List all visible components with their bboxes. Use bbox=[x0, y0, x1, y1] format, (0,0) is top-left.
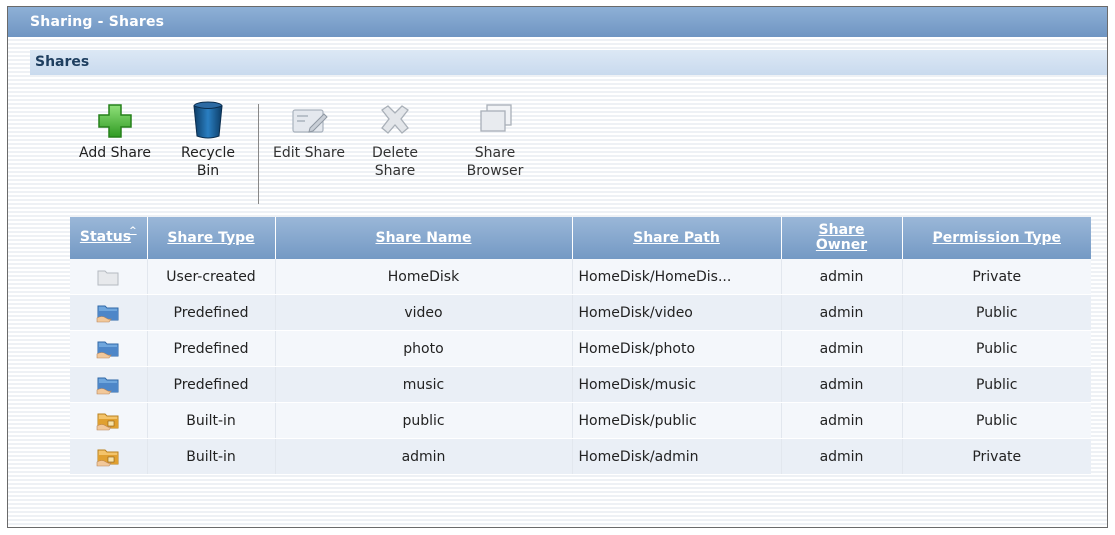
share-path-cell: HomeDisk/HomeDis... bbox=[571, 259, 781, 295]
share-name-cell: HomeDisk bbox=[274, 259, 572, 295]
permission-type-cell: Public bbox=[901, 366, 1091, 403]
status-cell bbox=[70, 402, 147, 439]
share-type-cell: Predefined bbox=[146, 294, 275, 331]
permission-type-cell: Private bbox=[901, 438, 1091, 475]
share-owner-cell: admin bbox=[780, 330, 902, 367]
main-frame: Sharing - Shares Shares Add Share Recycl… bbox=[7, 6, 1108, 528]
share-browser-label-1: Share bbox=[474, 145, 516, 161]
permission-type-cell: Public bbox=[901, 330, 1091, 367]
share-browser-label-2: Browser bbox=[466, 163, 524, 179]
orange-locked-folder-icon bbox=[96, 411, 120, 431]
sort-up-icon: ^ bbox=[129, 225, 137, 236]
share-owner-cell: admin bbox=[780, 294, 902, 331]
window-title: Sharing - Shares bbox=[8, 7, 1107, 37]
add-share-label: Add Share bbox=[79, 145, 151, 161]
share-type-cell: Predefined bbox=[146, 330, 275, 367]
table-row[interactable]: Predefined video HomeDisk/video admin Public bbox=[70, 294, 1091, 331]
share-browser-button[interactable]: Share Browser bbox=[460, 100, 530, 180]
shares-table: Status^ Share Type Share Name Share Path… bbox=[70, 217, 1091, 475]
browser-icon bbox=[474, 100, 516, 140]
delete-icon bbox=[374, 100, 416, 140]
share-name-cell: photo bbox=[274, 330, 572, 367]
share-type-cell: User-created bbox=[146, 259, 275, 295]
share-type-cell: Predefined bbox=[146, 366, 275, 403]
permission-type-cell: Public bbox=[901, 402, 1091, 439]
grey-folder-icon bbox=[96, 267, 120, 287]
add-icon bbox=[94, 100, 136, 140]
column-header-share-name[interactable]: Share Name bbox=[274, 217, 572, 259]
edit-share-button[interactable]: Edit Share bbox=[266, 100, 352, 162]
share-path-cell: HomeDisk/admin bbox=[571, 438, 781, 475]
toolbar: Add Share Recycle Bin Edit Share Delete … bbox=[68, 100, 548, 210]
edit-icon bbox=[288, 100, 330, 140]
column-header-share-owner[interactable]: Share Owner bbox=[780, 217, 902, 259]
status-cell bbox=[70, 366, 147, 403]
status-cell bbox=[70, 294, 147, 331]
column-header-share-path[interactable]: Share Path bbox=[571, 217, 781, 259]
table-row[interactable]: Predefined music HomeDisk/music admin Public bbox=[70, 366, 1091, 403]
share-owner-cell: admin bbox=[780, 438, 902, 475]
share-name-cell: music bbox=[274, 366, 572, 403]
orange-locked-folder-icon bbox=[96, 447, 120, 467]
add-share-button[interactable]: Add Share bbox=[73, 100, 157, 162]
table-row[interactable]: Built-in admin HomeDisk/admin admin Private bbox=[70, 438, 1091, 475]
status-cell bbox=[70, 259, 147, 295]
recycle-bin-button[interactable]: Recycle Bin bbox=[173, 100, 243, 180]
share-path-cell: HomeDisk/photo bbox=[571, 330, 781, 367]
toolbar-divider bbox=[258, 104, 259, 204]
share-path-cell: HomeDisk/video bbox=[571, 294, 781, 331]
status-cell bbox=[70, 438, 147, 475]
permission-type-cell: Public bbox=[901, 294, 1091, 331]
share-path-cell: HomeDisk/public bbox=[571, 402, 781, 439]
share-owner-cell: admin bbox=[780, 366, 902, 403]
column-header-share-type[interactable]: Share Type bbox=[146, 217, 275, 259]
table-row[interactable]: Built-in public HomeDisk/public admin Public bbox=[70, 402, 1091, 439]
share-path-cell: HomeDisk/music bbox=[571, 366, 781, 403]
share-type-cell: Built-in bbox=[146, 438, 275, 475]
blue-shared-folder-icon bbox=[96, 303, 120, 323]
column-header-status[interactable]: Status^ bbox=[70, 217, 147, 259]
share-name-cell: admin bbox=[274, 438, 572, 475]
recycle-bin-label-2: Bin bbox=[196, 163, 220, 179]
blue-shared-folder-icon bbox=[96, 375, 120, 395]
content-area: Shares Add Share Recycle Bin Edit Share … bbox=[8, 37, 1107, 527]
share-name-cell: public bbox=[274, 402, 572, 439]
table-row[interactable]: Predefined photo HomeDisk/photo admin Public bbox=[70, 330, 1091, 367]
status-cell bbox=[70, 330, 147, 367]
blue-shared-folder-icon bbox=[96, 339, 120, 359]
edit-share-label: Edit Share bbox=[273, 145, 345, 161]
section-title: Shares bbox=[30, 50, 1107, 75]
delete-share-label-1: Delete bbox=[372, 145, 418, 161]
recycle-bin-label-1: Recycle bbox=[181, 145, 235, 161]
share-type-cell: Built-in bbox=[146, 402, 275, 439]
column-header-permission-type[interactable]: Permission Type bbox=[901, 217, 1091, 259]
table-header-row: Status^ Share Type Share Name Share Path… bbox=[70, 217, 1091, 259]
recycle-bin-icon bbox=[187, 100, 229, 140]
share-owner-cell: admin bbox=[780, 402, 902, 439]
delete-share-label-2: Share bbox=[374, 163, 416, 179]
table-row[interactable]: User-created HomeDisk HomeDisk/HomeDis... a… bbox=[70, 259, 1091, 295]
share-owner-cell: admin bbox=[780, 259, 902, 295]
share-name-cell: video bbox=[274, 294, 572, 331]
permission-type-cell: Private bbox=[901, 259, 1091, 295]
delete-share-button[interactable]: Delete Share bbox=[368, 100, 422, 180]
